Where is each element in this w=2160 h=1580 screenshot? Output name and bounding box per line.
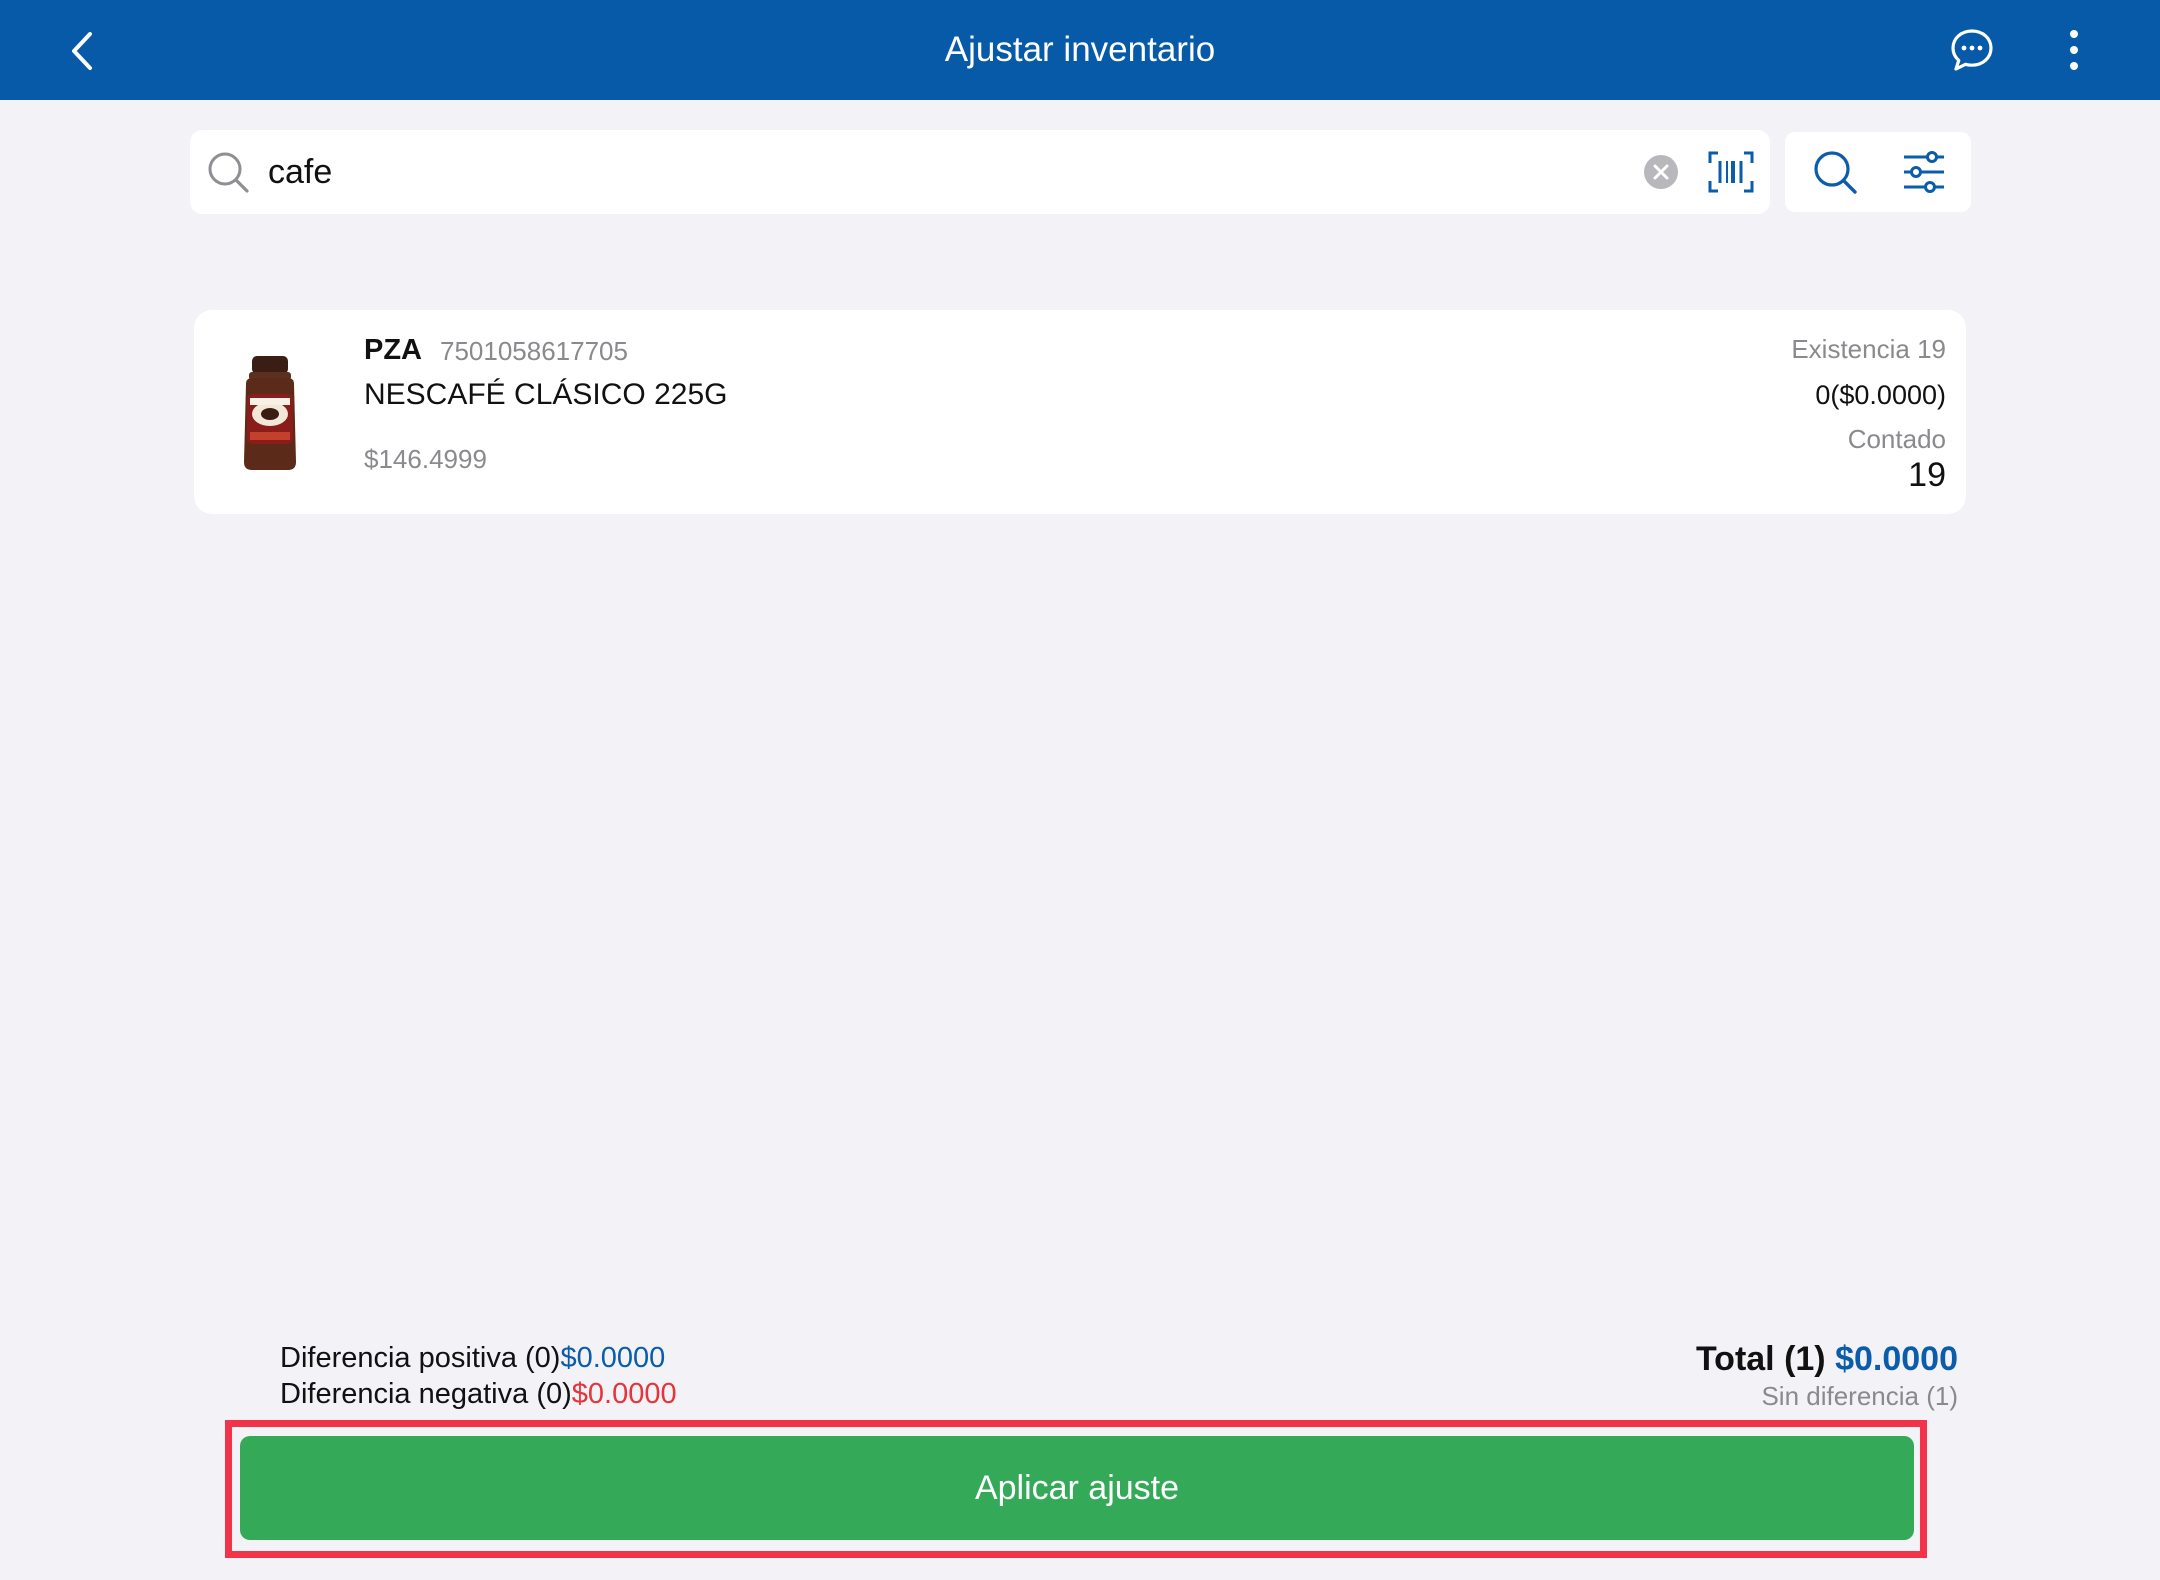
barcode-scan-icon[interactable] (1708, 150, 1754, 194)
total-label: Total (1) (1695, 1340, 1826, 1378)
difference-summary: Diferencia positiva (0)$0.0000 Diferenci… (280, 1340, 677, 1412)
difference-value: 0($0.0000) (1815, 380, 1946, 410)
positive-difference-label: Diferencia positiva (0) (280, 1342, 561, 1374)
apply-adjustment-button[interactable]: Aplicar ajuste (240, 1436, 1914, 1540)
chat-bubble-icon (1951, 29, 1993, 71)
back-button[interactable] (58, 26, 108, 76)
stock-existencia: Existencia 19 (1791, 334, 1946, 364)
product-price: $146.4999 (364, 444, 487, 474)
clear-circle-icon[interactable] (1641, 152, 1681, 192)
total-line: Total (1) $0.0000 (1696, 1338, 1958, 1380)
more-vertical-icon (2070, 30, 2078, 70)
sliders-icon[interactable] (1900, 148, 1948, 196)
top-navbar: Ajustar inventario (0, 0, 2160, 100)
search-button-icon[interactable] (1811, 148, 1859, 196)
counted-value[interactable]: 19 (1908, 456, 1946, 495)
search-bar (190, 130, 1770, 214)
product-barcode: 7501058617705 (440, 336, 628, 366)
unit-label: PZA (364, 334, 422, 366)
total-amount: $0.0000 (1835, 1340, 1958, 1378)
positive-difference-line: Diferencia positiva (0)$0.0000 (280, 1340, 677, 1376)
search-icon (208, 152, 249, 193)
more-options-button[interactable] (2055, 26, 2093, 74)
search-input[interactable] (264, 144, 1632, 200)
no-difference-count: Sin diferencia (1) (1761, 1381, 1958, 1411)
product-name: NESCAFÉ CLÁSICO 225G (364, 378, 728, 411)
negative-difference-amount: $0.0000 (571, 1378, 677, 1410)
chat-button[interactable] (1948, 26, 1996, 74)
product-card[interactable]: PZA 7501058617705 NESCAFÉ CLÁSICO 225G $… (194, 310, 1966, 514)
coffee-jar-image (244, 356, 296, 470)
negative-difference-line: Diferencia negativa (0)$0.0000 (280, 1376, 677, 1412)
negative-difference-label: Diferencia negativa (0) (280, 1378, 572, 1410)
total-summary: Total (1) $0.0000 Sin diferencia (1) (1696, 1338, 1958, 1412)
chevron-left-icon (72, 32, 92, 70)
positive-difference-amount: $0.0000 (560, 1342, 666, 1374)
page-title: Ajustar inventario (944, 30, 1216, 69)
counted-label: Contado (1847, 424, 1946, 454)
search-actions (1785, 132, 1971, 212)
